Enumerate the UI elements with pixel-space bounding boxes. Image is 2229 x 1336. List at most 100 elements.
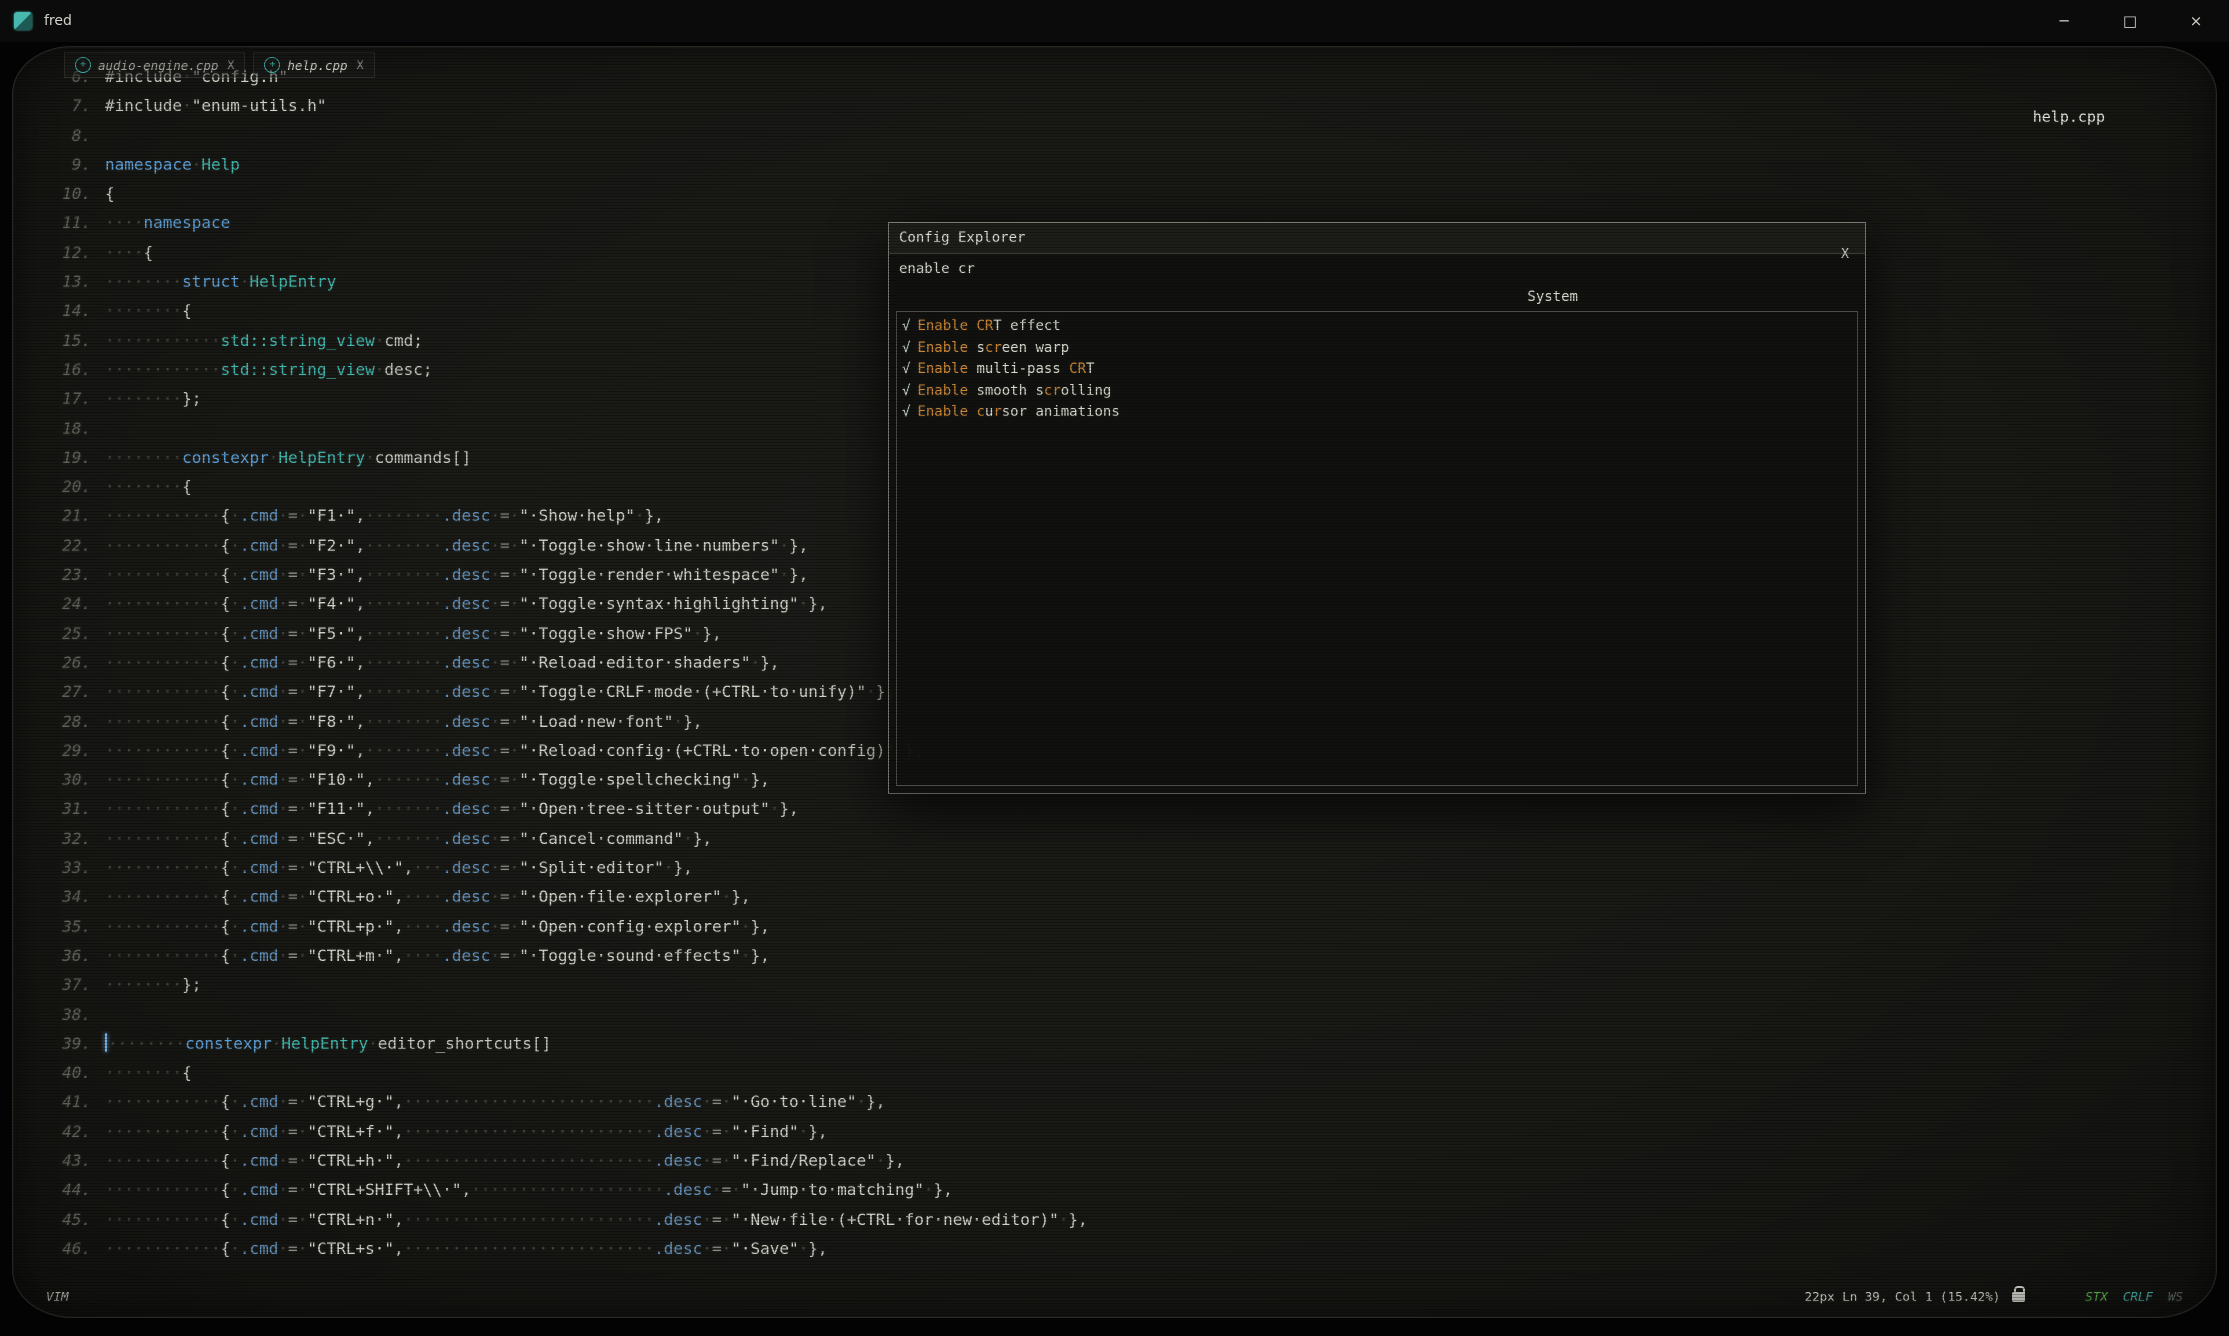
checkbox-checked-icon[interactable]: √ bbox=[902, 361, 910, 377]
code-line[interactable]: 43.············{·.cmd·=·"CTRL+h·",······… bbox=[12, 1146, 2217, 1175]
code-line-content: ············{·.cmd·=·"F4·",········.desc… bbox=[105, 589, 828, 618]
line-number: 21. bbox=[12, 501, 105, 530]
code-line-content: namespace·Help bbox=[105, 150, 240, 179]
line-number: 15. bbox=[12, 326, 105, 355]
code-line-content: ········{ bbox=[105, 472, 192, 501]
code-line[interactable]: 41.············{·.cmd·=·"CTRL+g·",······… bbox=[12, 1087, 2217, 1116]
line-number: 10. bbox=[12, 179, 105, 208]
config-section-header: System bbox=[889, 284, 1865, 310]
code-line-content: ············{·.cmd·=·"F7·",········.desc… bbox=[105, 677, 895, 706]
code-line-content: ············{·.cmd·=·"CTRL+p·",····.desc… bbox=[105, 912, 770, 941]
config-item-label: Enable CRT effect bbox=[917, 318, 1060, 334]
checkbox-checked-icon[interactable]: √ bbox=[902, 404, 910, 420]
config-item[interactable]: √ Enable cursor animations bbox=[902, 402, 1852, 424]
text-cursor bbox=[105, 1033, 107, 1052]
checkbox-checked-icon[interactable]: √ bbox=[902, 383, 910, 399]
cpp-file-icon: + bbox=[264, 57, 280, 73]
code-line[interactable]: 38. bbox=[12, 1000, 2217, 1029]
code-line[interactable]: 40.········{ bbox=[12, 1058, 2217, 1087]
status-crlf-flag: CRLF bbox=[2123, 1289, 2153, 1304]
config-item-label: Enable screen warp bbox=[917, 340, 1069, 356]
status-bar: VIM 22px Ln 39, Col 1 (15.42%) STX CRLF … bbox=[46, 1289, 2183, 1304]
code-line[interactable]: 31.············{·.cmd·=·"F11·",·······.d… bbox=[12, 794, 2217, 823]
code-line-content: ············{·.cmd·=·"CTRL+\\·",···.desc… bbox=[105, 853, 693, 882]
line-number: 13. bbox=[12, 267, 105, 296]
code-line-content: ············{·.cmd·=·"F10·",·······.desc… bbox=[105, 765, 770, 794]
code-line-content: ············{·.cmd·=·"F3·",········.desc… bbox=[105, 560, 808, 589]
code-line-content: { bbox=[105, 179, 115, 208]
config-item[interactable]: √ Enable CRT effect bbox=[902, 316, 1852, 338]
config-item-label: Enable cursor animations bbox=[917, 404, 1119, 420]
code-line[interactable]: 46.············{·.cmd·=·"CTRL+s·",······… bbox=[12, 1234, 2217, 1263]
code-line-content: ············{·.cmd·=·"CTRL+n·",·········… bbox=[105, 1205, 1088, 1234]
code-line-content: ············{·.cmd·=·"F8·",········.desc… bbox=[105, 707, 702, 736]
code-line[interactable]: 34.············{·.cmd·=·"CTRL+o·",····.d… bbox=[12, 882, 2217, 911]
code-line[interactable]: 39.········constexpr·HelpEntry·editor_sh… bbox=[12, 1029, 2217, 1058]
code-line[interactable]: 9.namespace·Help bbox=[12, 150, 2217, 179]
status-right-group: 22px Ln 39, Col 1 (15.42%) STX CRLF WS bbox=[1805, 1289, 2183, 1304]
code-line[interactable]: 7.#include·"enum-utils.h" bbox=[12, 91, 2217, 120]
config-search-input[interactable]: enable cr bbox=[889, 254, 1865, 284]
code-line-content: ········constexpr·HelpEntry·commands[] bbox=[105, 443, 471, 472]
line-number: 39. bbox=[12, 1029, 105, 1058]
tab-audio-engine-cpp[interactable]: + audio-engine.cpp X bbox=[64, 52, 245, 78]
config-item[interactable]: √ Enable screen warp bbox=[902, 338, 1852, 360]
config-item[interactable]: √ Enable multi-pass CRT bbox=[902, 359, 1852, 381]
config-item[interactable]: √Enable smooth scrolling bbox=[902, 381, 1852, 403]
line-number: 20. bbox=[12, 472, 105, 501]
code-line-content: ········struct·HelpEntry bbox=[105, 267, 336, 296]
line-number: 18. bbox=[12, 414, 105, 443]
config-item-label: Enable multi-pass CRT bbox=[917, 361, 1094, 377]
code-line[interactable]: 32.············{·.cmd·=·"ESC·",·······.d… bbox=[12, 824, 2217, 853]
line-number: 11. bbox=[12, 208, 105, 237]
code-line[interactable]: 36.············{·.cmd·=·"CTRL+m·",····.d… bbox=[12, 941, 2217, 970]
checkbox-checked-icon[interactable]: √ bbox=[902, 340, 910, 356]
line-number: 38. bbox=[12, 1000, 105, 1029]
config-explorer-header: Config Explorer bbox=[889, 223, 1865, 254]
window-controls: ─ □ × bbox=[2031, 0, 2229, 42]
code-line-content: ····namespace bbox=[105, 208, 230, 237]
config-search-value: enable cr bbox=[899, 261, 975, 277]
cpp-file-icon: + bbox=[75, 57, 91, 73]
tab-close-icon[interactable]: X bbox=[227, 58, 234, 72]
code-line[interactable]: 42.············{·.cmd·=·"CTRL+f·",······… bbox=[12, 1117, 2217, 1146]
code-line[interactable]: 44.············{·.cmd·=·"CTRL+SHIFT+\\·"… bbox=[12, 1175, 2217, 1204]
code-line[interactable]: 37.········}; bbox=[12, 970, 2217, 999]
line-number: 36. bbox=[12, 941, 105, 970]
line-number: 25. bbox=[12, 619, 105, 648]
code-line-content: ············{·.cmd·=·"CTRL+o·",····.desc… bbox=[105, 882, 751, 911]
code-line[interactable]: 10.{ bbox=[12, 179, 2217, 208]
checkbox-checked-icon[interactable]: √ bbox=[902, 318, 910, 334]
code-line-content: ············{·.cmd·=·"CTRL+m·",····.desc… bbox=[105, 941, 770, 970]
code-line-content: ············{·.cmd·=·"F2·",········.desc… bbox=[105, 531, 808, 560]
tab-label: audio-engine.cpp bbox=[98, 58, 218, 73]
code-line-content: ········}; bbox=[105, 970, 201, 999]
code-line-content: ············{·.cmd·=·"F9·",········.desc… bbox=[105, 736, 924, 765]
tab-close-icon[interactable]: X bbox=[357, 58, 364, 72]
line-number: 46. bbox=[12, 1234, 105, 1263]
vim-mode-indicator: VIM bbox=[46, 1289, 69, 1304]
config-list: √Enable CRT effect√Enable screen warp√En… bbox=[896, 311, 1858, 786]
code-line[interactable]: 33.············{·.cmd·=·"CTRL+\\·",···.d… bbox=[12, 853, 2217, 882]
status-flags: STX CRLF WS bbox=[2085, 1289, 2183, 1304]
code-line-content: ············{·.cmd·=·"F1·",········.desc… bbox=[105, 501, 664, 530]
line-number: 14. bbox=[12, 296, 105, 325]
code-line-content: ············{·.cmd·=·"F5·",········.desc… bbox=[105, 619, 722, 648]
code-line[interactable]: 8. bbox=[12, 121, 2217, 150]
line-number: 45. bbox=[12, 1205, 105, 1234]
window-title: fred bbox=[44, 13, 72, 29]
minimize-button[interactable]: ─ bbox=[2031, 0, 2097, 42]
line-number: 19. bbox=[12, 443, 105, 472]
line-number: 27. bbox=[12, 677, 105, 706]
code-line[interactable]: 45.············{·.cmd·=·"CTRL+n·",······… bbox=[12, 1205, 2217, 1234]
config-explorer-panel: Config Explorer X enable cr System √Enab… bbox=[888, 222, 1866, 794]
code-line[interactable]: 35.············{·.cmd·=·"CTRL+p·",····.d… bbox=[12, 912, 2217, 941]
line-number: 40. bbox=[12, 1058, 105, 1087]
lock-icon bbox=[2012, 1292, 2025, 1302]
maximize-button[interactable]: □ bbox=[2097, 0, 2163, 42]
code-line-content: ········}; bbox=[105, 384, 201, 413]
line-number: 23. bbox=[12, 560, 105, 589]
close-button[interactable]: × bbox=[2163, 0, 2229, 42]
config-close-button[interactable]: X bbox=[1841, 247, 1849, 262]
tab-help-cpp[interactable]: + help.cpp X bbox=[253, 52, 374, 78]
